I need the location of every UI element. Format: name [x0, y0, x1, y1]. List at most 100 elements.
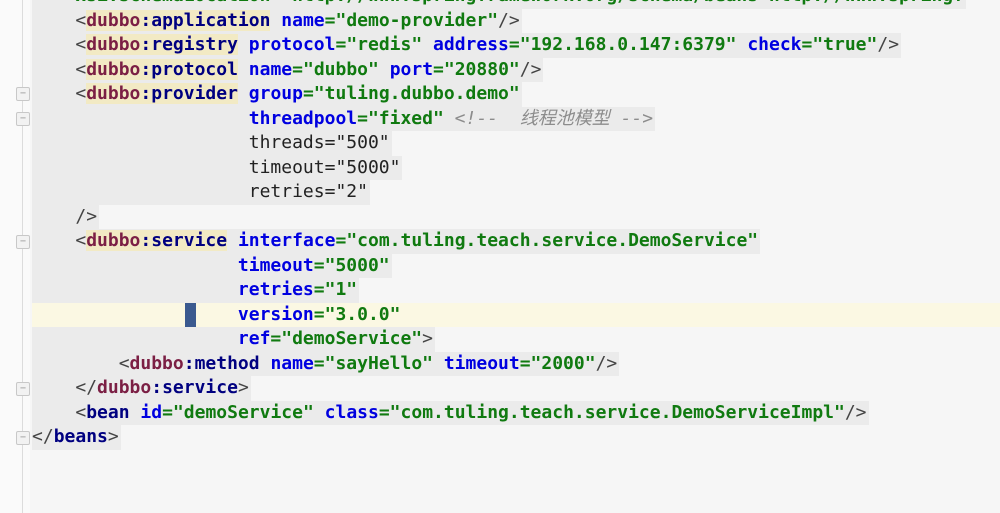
editor-gutter: − − − − − [0, 0, 30, 513]
code-line-content: <dubbo:method name="sayHello" timeout="2… [32, 351, 620, 376]
code-line[interactable]: threadpool="fixed" <!-- 线程池模型 --> [32, 106, 1000, 131]
code-token: > [107, 426, 119, 447]
code-line[interactable]: <dubbo:application name="demo-provider"/… [32, 8, 1000, 33]
code-line-content: <dubbo:provider group="tuling.dubbo.demo… [32, 82, 522, 107]
code-token: retries="2" [248, 181, 368, 202]
code-token: protocol [248, 34, 336, 55]
code-line[interactable]: retries="2" [32, 180, 1000, 205]
code-token: < [75, 58, 87, 80]
code-token: timeout [237, 254, 314, 276]
code-token: /> [498, 9, 520, 31]
code-line[interactable]: /> [32, 204, 1000, 229]
code-token: :protocol [140, 58, 238, 80]
code-line[interactable]: <dubbo:provider group="tuling.dubbo.demo… [32, 82, 1000, 107]
code-token: ="3.0.0" [313, 303, 401, 325]
code-token: /> [877, 34, 900, 55]
code-line-content: retries="2" [32, 180, 370, 205]
fold-icon[interactable]: − [16, 235, 30, 249]
code-token: ="dubbo" [292, 58, 390, 80]
code-line-content: threads="500" [32, 131, 392, 156]
code-line[interactable]: xsi:schemaLocation="http://www.springfra… [32, 0, 1000, 9]
code-token: ="demoService" [270, 328, 423, 349]
code-line-content: </dubbo:service> [32, 376, 251, 401]
fold-icon[interactable]: − [16, 87, 30, 101]
code-token: ="demoService" [162, 401, 325, 423]
code-line[interactable]: </dubbo:service> [32, 376, 1000, 401]
code-token: port [389, 58, 434, 80]
code-token: :service [140, 230, 228, 251]
code-token: ="com.tuling.teach.service.DemoService" [335, 230, 759, 251]
fold-icon[interactable]: − [16, 382, 30, 396]
code-line[interactable]: ref="demoService"> [32, 327, 1000, 352]
code-token: bean [86, 401, 130, 423]
code-token: < [75, 34, 87, 55]
code-token: > [237, 377, 249, 398]
code-line-content: <dubbo:protocol name="dubbo" port="20880… [32, 57, 544, 82]
code-line[interactable]: retries="1" [32, 278, 1000, 303]
code-line[interactable]: <bean id="demoService" class="com.tuling… [32, 400, 1000, 425]
code-line[interactable]: <dubbo:protocol name="dubbo" port="20880… [32, 57, 1000, 82]
code-token: timeout="5000" [248, 156, 401, 178]
text-caret [185, 302, 196, 327]
code-token: /> [595, 352, 618, 374]
code-line[interactable]: <dubbo:service interface="com.tuling.tea… [32, 229, 1000, 254]
code-token: < [75, 9, 87, 31]
code-line[interactable]: timeout="5000" [32, 155, 1000, 180]
code-editor[interactable]: xsi:schemaLocation="http://www.springfra… [32, 0, 1000, 450]
code-token: < [75, 83, 87, 104]
code-line-content: <dubbo:registry protocol="redis" address… [32, 33, 902, 58]
code-token: timeout [443, 352, 520, 374]
code-token: interface [237, 230, 336, 251]
code-line-content: threadpool="fixed" <!-- 线程池模型 --> [32, 106, 656, 131]
code-line[interactable]: version="3.0.0" [32, 302, 1000, 328]
fold-icon[interactable]: − [16, 112, 30, 126]
code-token: </ [75, 377, 98, 398]
code-token: :application [140, 9, 271, 31]
code-token: ref [237, 328, 271, 349]
code-line-content: xsi:schemaLocation="http://www.springfra… [32, 0, 966, 9]
code-token: dubbo [97, 377, 152, 398]
code-token: name [248, 58, 293, 80]
code-token: retries [237, 279, 314, 300]
code-line-content: <dubbo:service interface="com.tuling.tea… [32, 229, 761, 254]
code-line-content: version="3.0.0" [32, 303, 402, 328]
fold-icon[interactable]: − [16, 431, 30, 445]
code-token: :registry [140, 34, 238, 55]
code-line[interactable]: <dubbo:method name="sayHello" timeout="2… [32, 351, 1000, 376]
code-line-content: retries="1" [32, 278, 360, 303]
code-token: /> [844, 401, 867, 423]
code-line[interactable]: </beans> [32, 425, 1000, 450]
code-token: xsi:schemaLocation="http://www.springfra… [32, 0, 964, 6]
code-token: ="com.tuling.teach.service.DemoServiceIm… [378, 401, 845, 423]
code-token: dubbo [129, 352, 184, 374]
code-line[interactable]: timeout="5000" [32, 253, 1000, 278]
code-token: group [248, 83, 303, 104]
code-token: ="true" [801, 34, 878, 55]
code-token: ="5000" [313, 254, 390, 276]
code-token: name [270, 352, 314, 374]
code-line[interactable]: threads="500" [32, 131, 1000, 156]
code-token: < [75, 401, 87, 423]
code-line[interactable]: <dubbo:registry protocol="redis" address… [32, 33, 1000, 58]
code-token: ="demo-provider" [324, 9, 499, 31]
code-token: </ [32, 426, 54, 447]
code-token: dubbo [86, 58, 141, 80]
code-token: /> [519, 58, 542, 80]
